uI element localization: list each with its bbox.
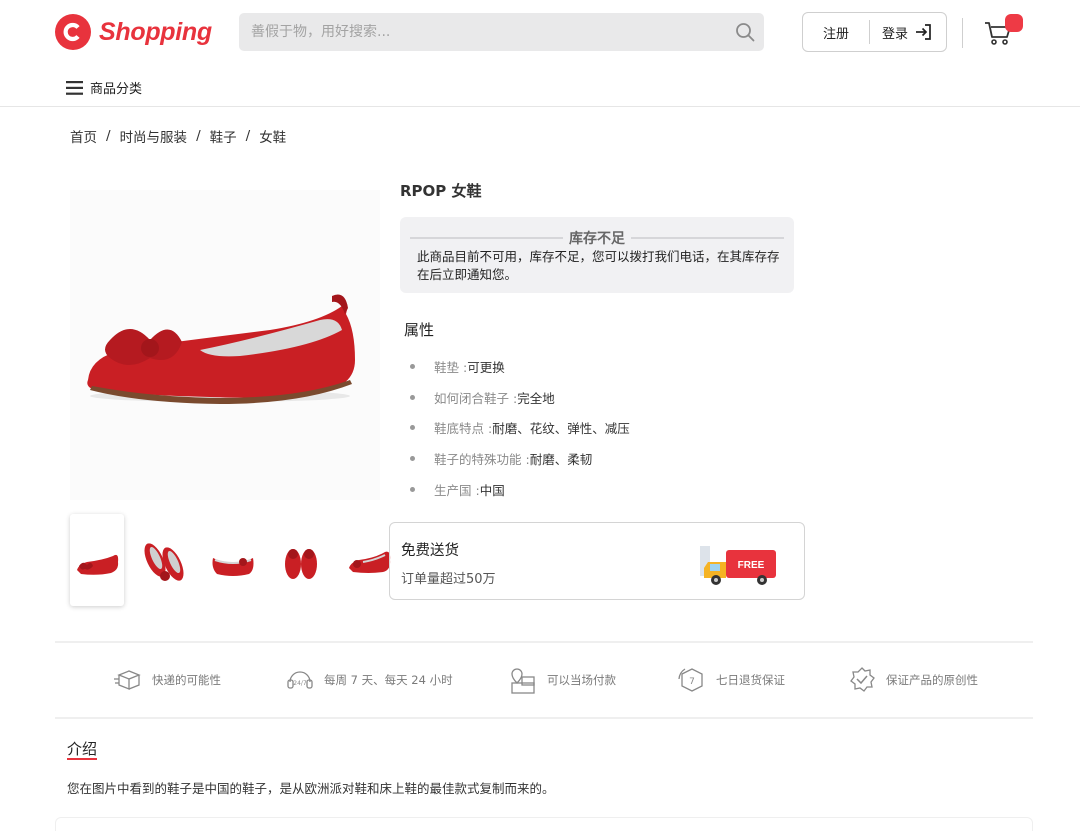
search-input[interactable] (251, 24, 721, 40)
breadcrumb-separator: / (196, 128, 201, 144)
shipping-title: 免费送货 (401, 543, 459, 559)
register-button[interactable]: 注册 (803, 23, 869, 42)
bullet-icon (410, 486, 415, 492)
support-24-7-icon: 24/7 (287, 671, 313, 689)
attribute-key: 鞋垫 : (434, 359, 468, 375)
login-label: 登录 (881, 26, 908, 42)
feature-item: 快递的可能性 (113, 665, 221, 695)
intro-tab-underline (67, 758, 97, 760)
free-truck-icon: FREE (700, 546, 776, 585)
next-section-card (55, 817, 1033, 831)
login-icon (916, 24, 931, 40)
attribute-key: 鞋子的特殊功能 : (434, 451, 530, 467)
intro-text: 您在图片中看到的鞋子是中国的鞋子，是从欧洲派对鞋和床上鞋的最佳款式复制而来的。 (67, 781, 555, 796)
attribute-item: 鞋垫 : 可更换 (410, 351, 630, 382)
attribute-value: 可更换 (467, 359, 505, 375)
attribute-key: 如何闭合鞋子 : (434, 390, 518, 406)
auth-box: 注册 登录 (802, 12, 947, 52)
feature-label: 保证产品的原创性 (886, 673, 978, 687)
feature-item: 7 七日退货保证 (677, 665, 785, 695)
shipping-subtitle: 订单量超过50万 (401, 572, 496, 587)
attribute-value: 耐磨、柔韧 (529, 451, 593, 467)
feature-label: 可以当场付款 (547, 673, 616, 687)
feature-item: 保证产品的原创性 (847, 665, 978, 695)
site-header: Shopping 注册 登录 商品分类 (0, 0, 1080, 107)
product-title: RPOP 女鞋 (400, 182, 482, 200)
attributes-title: 属性 (404, 321, 435, 339)
product-thumbnails (70, 514, 396, 606)
features-bar: 快递的可能性 24/7 每周 7 天、每天 24 小时 可以当场付款 7 七日退… (55, 641, 1033, 719)
bullet-icon (410, 363, 415, 369)
attribute-value: 中国 (479, 482, 505, 498)
free-shipping-card: 免费送货 订单量超过50万 FREE (389, 522, 805, 600)
feature-item: 可以当场付款 (508, 665, 616, 695)
stock-divider (631, 237, 784, 239)
attribute-item: 如何闭合鞋子 : 完全地 (410, 382, 630, 413)
breadcrumb-separator: / (106, 128, 111, 144)
attributes-list: 鞋垫 : 可更换 如何闭合鞋子 : 完全地 鞋底特点 : 耐磨、花纹、弹性、减压 鞋子… (410, 351, 630, 504)
attribute-value: 完全地 (517, 390, 555, 406)
feature-label: 七日退货保证 (716, 673, 785, 687)
cart-badge (1005, 14, 1023, 32)
svg-text:7: 7 (689, 677, 695, 687)
bullet-icon (410, 455, 415, 461)
attribute-value: 耐磨、花纹、弹性、减压 (492, 421, 630, 437)
categories-label: 商品分类 (90, 82, 143, 97)
search-icon[interactable] (735, 22, 755, 42)
originality-badge-icon (850, 667, 875, 692)
breadcrumb-item-home[interactable]: 首页 (70, 126, 97, 146)
breadcrumb-separator: / (245, 128, 251, 144)
categories-menu[interactable]: 商品分类 (66, 78, 142, 97)
product-main-image[interactable] (70, 190, 380, 500)
stock-message: 此商品目前不可用，库存不足，您可以拨打我们电话，在其库存存在后立即通知您。 (417, 249, 780, 282)
hamburger-icon (66, 80, 83, 95)
free-badge-text: FREE (738, 560, 765, 571)
pay-on-delivery-icon (511, 668, 535, 694)
stock-status: 库存不足 (569, 231, 625, 247)
attribute-item: 生产国 : 中国 (410, 474, 630, 505)
stock-alert: 库存不足 此商品目前不可用，库存不足，您可以拨打我们电话，在其库存存在后立即通知… (400, 217, 794, 293)
product-thumbnail[interactable] (138, 514, 192, 606)
header-divider (962, 18, 963, 48)
search-bar (239, 13, 764, 51)
feature-item: 24/7 每周 7 天、每天 24 小时 (285, 665, 453, 695)
attribute-item: 鞋底特点 : 耐磨、花纹、弹性、减压 (410, 412, 630, 443)
delivery-box-icon (114, 670, 141, 690)
breadcrumb: 首页 / 时尚与服装 / 鞋子 / 女鞋 (70, 126, 286, 146)
attribute-key: 生产国 : (434, 482, 480, 498)
product-thumbnail[interactable] (274, 514, 328, 606)
intro-tab[interactable]: 介绍 (67, 738, 97, 759)
stock-header: 库存不足 (410, 228, 784, 248)
product-thumbnail[interactable] (70, 514, 124, 606)
breadcrumb-item-shoes[interactable]: 鞋子 (210, 126, 237, 146)
bullet-icon (410, 425, 415, 431)
svg-text:24/7: 24/7 (293, 680, 307, 687)
login-button[interactable]: 登录 (870, 22, 946, 42)
attribute-key: 鞋底特点 : (434, 421, 493, 437)
product-thumbnail[interactable] (342, 514, 396, 606)
site-logo[interactable]: Shopping (55, 14, 212, 50)
feature-label: 快递的可能性 (152, 673, 221, 687)
stock-divider (410, 237, 563, 239)
breadcrumb-item-fashion[interactable]: 时尚与服装 (120, 126, 188, 146)
feature-label: 每周 7 天、每天 24 小时 (324, 673, 453, 687)
attribute-item: 鞋子的特殊功能 : 耐磨、柔韧 (410, 443, 630, 474)
bullet-icon (410, 394, 415, 400)
breadcrumb-item-womens-shoes[interactable]: 女鞋 (259, 126, 286, 146)
logo-mark (55, 14, 91, 50)
seven-day-return-icon: 7 (678, 668, 703, 692)
logo-text: Shopping (99, 17, 212, 46)
product-thumbnail[interactable] (206, 514, 260, 606)
